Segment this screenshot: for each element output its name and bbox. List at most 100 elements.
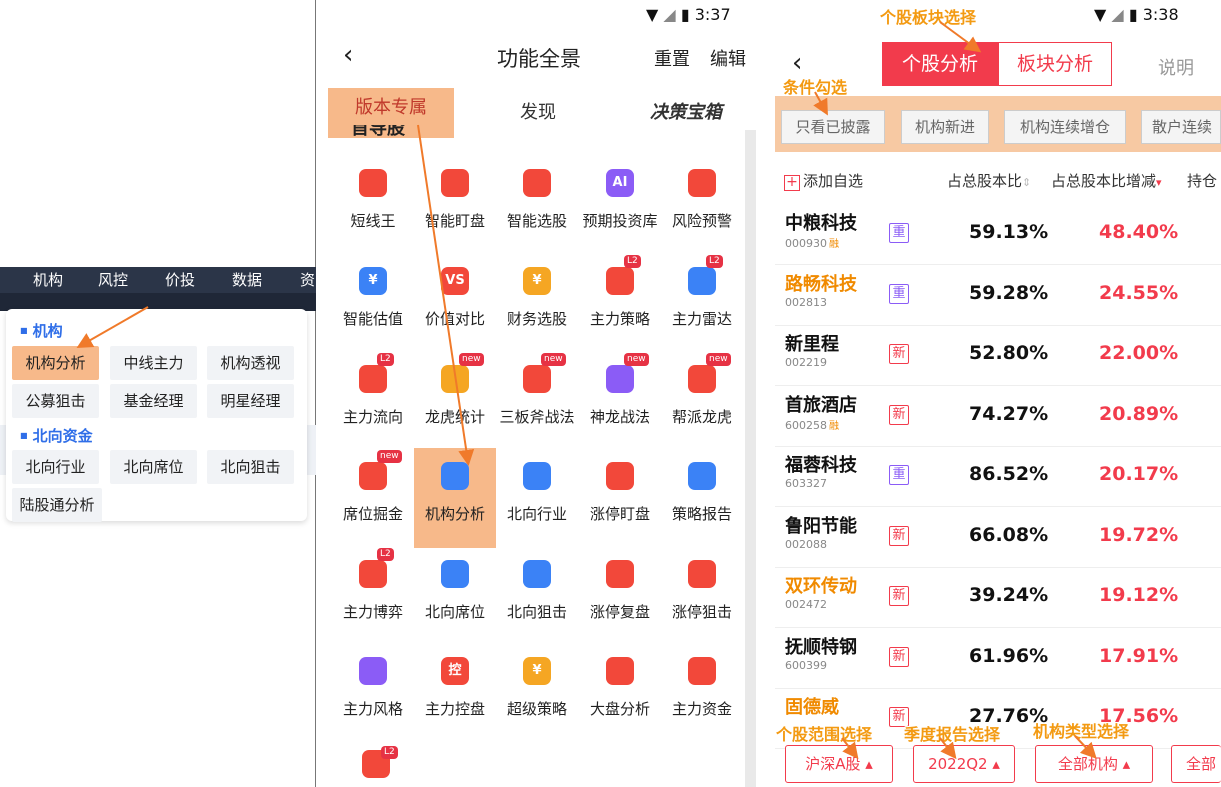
col-header-holding[interactable]: 持仓 <box>1187 170 1221 191</box>
feature-item[interactable]: new 帮派龙虎 <box>661 351 743 451</box>
reset-button[interactable]: 重置 <box>654 45 690 71</box>
feature-item[interactable]: 北向席位 <box>414 546 496 646</box>
feature-item[interactable]: ¥ 智能估值 <box>332 253 414 353</box>
feature-label: 策略报告 <box>671 505 732 523</box>
nav-tab-capital[interactable]: 资 <box>300 269 315 290</box>
filter-disclosed[interactable]: 只看已披露 <box>781 110 885 144</box>
feature-item[interactable]: 北向狙击 <box>496 546 578 646</box>
menu-item-north-snipe[interactable]: 北向狙击 <box>207 450 294 484</box>
filter-continuous-add[interactable]: 机构连续增仓 <box>1004 110 1126 144</box>
all-select[interactable]: 全部 <box>1171 745 1221 783</box>
feature-item[interactable]: 智能盯盘 <box>414 155 496 255</box>
table-row[interactable]: 鲁阳节能 002088 新 66.08% 19.72% <box>775 508 1221 568</box>
bank-icon <box>523 462 551 490</box>
bag-icon <box>359 560 387 588</box>
seg-stock-analysis[interactable]: 个股分析 <box>882 42 998 86</box>
pulse-icon <box>606 657 634 685</box>
menu-item-north-industry[interactable]: 北向行业 <box>12 450 99 484</box>
feature-item[interactable]: 策略报告 <box>661 448 743 548</box>
feature-badge: L2 <box>377 353 394 366</box>
nav-tab-risk[interactable]: 风控 <box>98 269 128 290</box>
feature-badge: new <box>541 353 566 366</box>
feature-item[interactable]: ¥ 超级策略 <box>496 643 578 743</box>
help-link[interactable]: 说明 <box>1158 54 1194 80</box>
feature-item[interactable]: 智能选股 <box>496 155 578 255</box>
replay-icon <box>606 560 634 588</box>
table-row[interactable]: 中粮科技 000930 融 重 59.13% 48.40% <box>775 205 1221 265</box>
feature-item[interactable]: VS 价值对比 <box>414 253 496 353</box>
feature-item[interactable]: 风险预警 <box>661 155 743 255</box>
nav-tab-value[interactable]: 价投 <box>165 269 195 290</box>
stock-name: 双环传动 <box>785 576 857 597</box>
col-header-ratio[interactable]: 占总股本比⇕ <box>947 170 1031 191</box>
feature-item[interactable]: new 龙虎统计 <box>414 351 496 451</box>
bulb-icon: ¥ <box>523 657 551 685</box>
back-icon[interactable]: ‹ <box>343 40 353 70</box>
flag-icon <box>688 657 716 685</box>
filter-new-inst[interactable]: 机构新进 <box>901 110 989 144</box>
chart-icon <box>606 365 634 393</box>
table-row[interactable]: 首旅酒店 600258 融 新 74.27% 20.89% <box>775 387 1221 447</box>
feature-item[interactable]: ¥ 财务选股 <box>496 253 578 353</box>
feature-item[interactable]: 大盘分析 <box>579 643 661 743</box>
menu-item-midline-main[interactable]: 中线主力 <box>110 346 197 380</box>
nav-tab-data[interactable]: 数据 <box>232 269 262 290</box>
feature-item[interactable]: new 神龙战法 <box>579 351 661 451</box>
table-row[interactable]: 新里程 002219 新 52.80% 22.00% <box>775 326 1221 386</box>
feature-item[interactable]: 短线王 <box>332 155 414 255</box>
tab-decision-box[interactable]: 决策宝箱 <box>650 98 722 124</box>
sort-desc-icon: ▾ <box>1156 176 1162 189</box>
filter-retail[interactable]: 散户连续 <box>1141 110 1221 144</box>
top-nav-bar: 机构 风控 价投 数据 资 <box>0 267 316 293</box>
feature-item[interactable]: AI 预期投资库 <box>579 155 661 255</box>
menu-item-inst-perspective[interactable]: 机构透视 <box>207 346 294 380</box>
feature-badge: new <box>377 450 402 463</box>
edit-button[interactable]: 编辑 <box>710 45 746 71</box>
table-row[interactable]: 路畅科技 002813 重 59.28% 24.55% <box>775 266 1221 326</box>
feature-item[interactable]: 涨停盯盘 <box>579 448 661 548</box>
nav-tab-institution[interactable]: 机构 <box>33 269 63 290</box>
feature-item[interactable]: new 席位掘金 <box>332 448 414 548</box>
table-row[interactable]: 福蓉科技 603327 重 86.52% 20.17% <box>775 447 1221 507</box>
feature-item[interactable]: 机构分析 <box>414 448 496 548</box>
share-ratio-change: 48.40% <box>1099 221 1179 243</box>
feature-item[interactable]: new 三板斧战法 <box>496 351 578 451</box>
feature-item[interactable]: 涨停复盘 <box>579 546 661 646</box>
table-row[interactable]: 抚顺特钢 600399 新 61.96% 17.91% <box>775 629 1221 689</box>
stock-tag: 重 <box>889 465 909 485</box>
inst-type-select[interactable]: 全部机构 ▴ <box>1035 745 1153 783</box>
feature-item[interactable]: 主力风格 <box>332 643 414 743</box>
scope-select[interactable]: 沪深A股 ▴ <box>785 745 893 783</box>
stock-name: 抚顺特钢 <box>785 636 857 658</box>
feature-item[interactable]: L2 主力流向 <box>332 351 414 451</box>
col-header-change[interactable]: 占总股本比增减▾ <box>1051 170 1162 191</box>
feature-label: 价值对比 <box>424 310 485 328</box>
feature-item[interactable]: 北向行业 <box>496 448 578 548</box>
share-ratio-change: 20.89% <box>1099 402 1179 425</box>
table-row[interactable]: 双环传动 002472 新 39.24% 19.12% <box>775 568 1221 628</box>
menu-item-fund-snipe[interactable]: 公募狙击 <box>12 384 99 418</box>
menu-item-north-seat[interactable]: 北向席位 <box>110 450 197 484</box>
seg-sector-analysis[interactable]: 板块分析 <box>998 42 1112 86</box>
tab-discover[interactable]: 发现 <box>520 98 556 124</box>
stock-tag: 新 <box>889 525 909 546</box>
target-icon <box>523 560 551 588</box>
menu-item-star-manager[interactable]: 明星经理 <box>207 384 294 418</box>
feature-item[interactable]: 控主力控盘 <box>414 643 496 743</box>
menu-item-hk-connect[interactable]: 陆股通分析 <box>12 488 102 522</box>
annotation-stock-sector: 个股板块选择 <box>880 8 977 27</box>
feature-item[interactable]: 主力资金 <box>661 643 743 743</box>
stock-name: 新里程 <box>785 334 839 355</box>
menu-item-fund-manager[interactable]: 基金经理 <box>110 384 197 418</box>
add-watchlist-button[interactable]: + 添加自选 <box>784 170 863 191</box>
feature-label: 主力博弈 <box>342 603 403 621</box>
flow-icon <box>359 365 387 393</box>
feature-item[interactable]: L2 主力策略 <box>579 253 661 353</box>
feature-item[interactable]: 涨停狙击 <box>661 546 743 646</box>
feature-item[interactable]: L2 主力博弈 <box>332 546 414 646</box>
crosshair-icon <box>688 560 716 588</box>
menu-item-inst-analysis[interactable]: 机构分析 <box>12 346 99 380</box>
feature-item[interactable]: L2 主力雷达 <box>661 253 743 353</box>
quarter-select[interactable]: 2022Q2 ▴ <box>913 745 1015 783</box>
annotation-condition: 条件勾选 <box>783 78 848 97</box>
